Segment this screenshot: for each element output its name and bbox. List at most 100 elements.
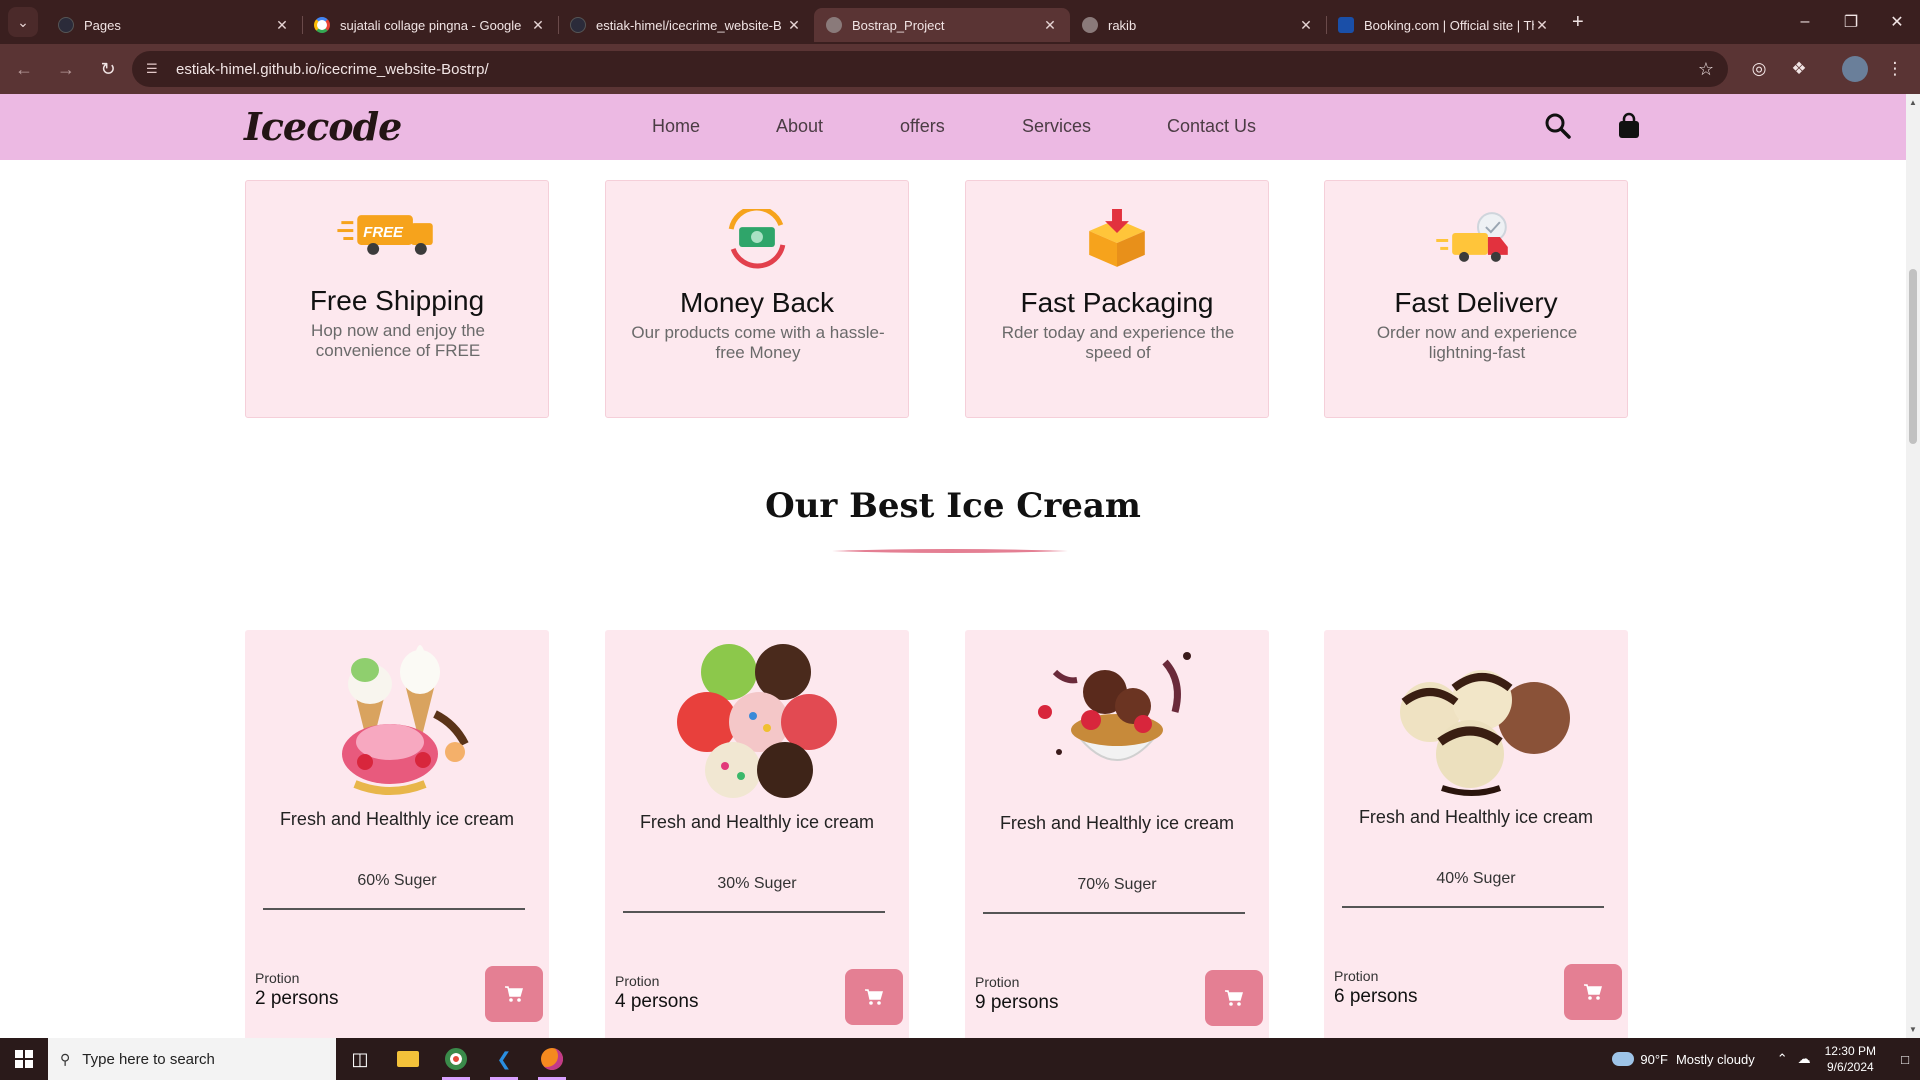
weather-widget[interactable]: 90°F Mostly cloudy xyxy=(1612,1051,1755,1067)
new-tab-button[interactable]: + xyxy=(1572,11,1584,34)
nav-link-contact[interactable]: Contact Us xyxy=(1167,116,1256,137)
tab-title: rakib xyxy=(1108,17,1137,33)
tab-title: Bostrap_Project xyxy=(852,17,945,33)
close-tab-icon[interactable]: ✕ xyxy=(786,17,802,34)
site-navbar: Icecode Home About offers Services Conta… xyxy=(0,94,1906,160)
file-explorer-icon[interactable] xyxy=(384,1038,432,1080)
feature-title: Free Shipping xyxy=(309,285,485,316)
title-underline xyxy=(832,549,1068,553)
nav-link-home[interactable]: Home xyxy=(652,116,700,137)
nav-link-about[interactable]: About xyxy=(776,116,823,137)
svg-text:FREE: FREE xyxy=(363,225,404,241)
tab-search-button[interactable]: ⌄ xyxy=(8,7,38,37)
taskbar-search-box[interactable]: ⚲ Type here to search xyxy=(48,1038,336,1080)
scrollbar-thumb[interactable] xyxy=(1909,269,1917,444)
feature-text: Rder today and experience the speed of xyxy=(1001,323,1235,362)
tab-title: estiak-himel/icecrime_website-B xyxy=(596,17,782,33)
back-arrow-icon[interactable]: ← xyxy=(6,59,42,80)
add-to-cart-button[interactable] xyxy=(485,966,543,1022)
product-name: Fresh and Healthly ice cream xyxy=(999,813,1235,833)
browser-tab-active[interactable]: Bostrap_Project ✕ xyxy=(814,8,1070,42)
cart-icon xyxy=(1225,990,1243,1006)
restore-icon[interactable]: ❐ xyxy=(1828,0,1874,44)
page-scrollbar[interactable]: ▲ ▼ xyxy=(1906,94,1920,1038)
add-to-cart-button[interactable] xyxy=(1564,964,1622,1020)
product-sugar: 40% Suger xyxy=(1436,870,1516,887)
close-tab-icon[interactable]: ✕ xyxy=(1534,17,1550,34)
windows-start-button[interactable] xyxy=(0,1038,48,1080)
firefox-icon[interactable] xyxy=(528,1038,576,1080)
bookmark-star-icon[interactable]: ☆ xyxy=(1698,59,1714,80)
browser-tab[interactable]: rakib ✕ xyxy=(1070,8,1327,42)
notifications-icon[interactable]: □ xyxy=(1890,1052,1920,1067)
extensions-puzzle-icon[interactable]: ❖ xyxy=(1786,56,1812,82)
onedrive-icon[interactable]: ☁ xyxy=(1798,1051,1811,1067)
site-info-icon[interactable]: ☰ xyxy=(146,61,164,77)
package-box-icon xyxy=(1089,209,1145,267)
add-to-cart-button[interactable] xyxy=(1205,970,1263,1026)
close-window-icon[interactable]: ✕ xyxy=(1874,0,1920,44)
chrome-icon[interactable] xyxy=(432,1038,480,1080)
scroll-down-arrow-icon[interactable]: ▼ xyxy=(1909,1025,1917,1034)
search-icon: ⚲ xyxy=(60,1050,71,1067)
reload-icon[interactable]: ↻ xyxy=(90,59,126,80)
divider xyxy=(983,912,1245,914)
nav-link-offers[interactable]: offers xyxy=(900,116,945,137)
github-favicon-icon xyxy=(570,17,586,33)
product-card: Fresh and Healthly ice cream 70% Suger P… xyxy=(965,630,1269,1038)
close-tab-icon[interactable]: ✕ xyxy=(274,17,290,34)
show-hidden-icons-chevron-icon[interactable]: ⌃ xyxy=(1777,1051,1788,1067)
browser-tab[interactable]: sujatali collage pingna - Google ✕ xyxy=(302,8,559,42)
booking-favicon-icon xyxy=(1338,17,1354,33)
add-to-cart-button[interactable] xyxy=(845,969,903,1025)
vscode-icon[interactable]: ❮ xyxy=(480,1038,528,1080)
weather-temp: 90°F xyxy=(1640,1051,1668,1067)
google-favicon-icon xyxy=(314,17,330,33)
browser-menu-icon[interactable]: ⋮ xyxy=(1882,56,1908,82)
delivery-truck-icon xyxy=(1436,212,1508,262)
url-text[interactable]: estiak-himel.github.io/icecrime_website-… xyxy=(176,61,1698,78)
nav-link-services[interactable]: Services xyxy=(1022,116,1091,137)
feature-title: Fast Delivery xyxy=(1394,287,1558,318)
product-name: Fresh and Healthly ice cream xyxy=(279,809,515,829)
shopping-bag-icon[interactable] xyxy=(1616,112,1642,140)
github-favicon-icon xyxy=(58,17,74,33)
forward-arrow-icon[interactable]: → xyxy=(48,59,84,80)
portion-value: 2 persons xyxy=(255,988,339,1009)
windows-logo-icon xyxy=(15,1050,33,1068)
browser-tab[interactable]: estiak-himel/icecrime_website-B ✕ xyxy=(558,8,814,42)
close-tab-icon[interactable]: ✕ xyxy=(1042,17,1058,34)
close-tab-icon[interactable]: ✕ xyxy=(1298,17,1314,34)
feature-text: Order now and experience lightning-fast xyxy=(1376,323,1578,362)
weather-text: Mostly cloudy xyxy=(1675,1051,1755,1067)
site-logo[interactable]: Icecode xyxy=(244,104,402,149)
task-view-icon[interactable]: ◫ xyxy=(336,1038,384,1080)
browser-tab[interactable]: Pages ✕ xyxy=(46,8,303,42)
browser-tab-strip: ⌄ Pages ✕ sujatali collage pingna - Goog… xyxy=(0,0,1920,44)
divider xyxy=(623,911,885,913)
address-bar[interactable]: ☰ estiak-himel.github.io/icecrime_websit… xyxy=(132,51,1728,87)
close-tab-icon[interactable]: ✕ xyxy=(530,17,546,34)
portion-value: 9 persons xyxy=(975,992,1059,1013)
product-card: Fresh and Healthly ice cream 40% Suger P… xyxy=(1324,630,1628,1038)
ice-cream-scoops-image xyxy=(677,644,837,798)
search-icon[interactable] xyxy=(1544,112,1572,140)
taskbar-search-placeholder: Type here to search xyxy=(82,1050,215,1068)
product-card: Fresh and Healthly ice cream 30% Suger P… xyxy=(605,630,909,1038)
extension-target-icon[interactable]: ◎ xyxy=(1746,56,1772,82)
feature-title: Fast Packaging xyxy=(1020,287,1214,318)
minimize-icon[interactable]: – xyxy=(1782,0,1828,44)
globe-favicon-icon xyxy=(1082,17,1098,33)
tab-title: sujatali collage pingna - Google xyxy=(340,17,522,33)
taskbar-clock[interactable]: 12:30 PM 9/6/2024 xyxy=(1825,1043,1876,1075)
product-sugar: 70% Suger xyxy=(1077,876,1157,893)
divider xyxy=(263,908,525,910)
browser-tab[interactable]: Booking.com | Official site | The ✕ xyxy=(1326,8,1562,42)
ice-cream-bowl-image xyxy=(1038,652,1191,761)
tab-title: Booking.com | Official site | The xyxy=(1364,17,1534,33)
portion-value: 4 persons xyxy=(615,991,699,1012)
portion-value: 6 persons xyxy=(1334,986,1418,1007)
ice-cream-cones-image xyxy=(342,645,469,795)
scroll-up-arrow-icon[interactable]: ▲ xyxy=(1909,98,1917,107)
profile-avatar[interactable] xyxy=(1842,56,1868,82)
